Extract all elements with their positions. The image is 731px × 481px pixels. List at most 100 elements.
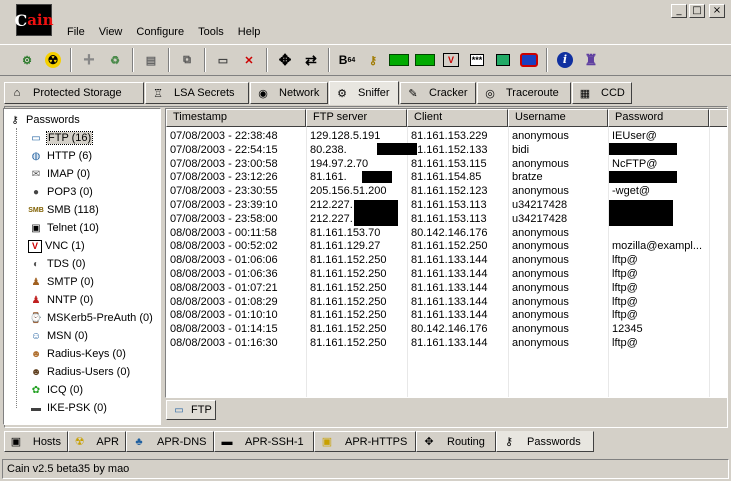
tab-protected-storage[interactable]: ⌂ Protected Storage (4, 82, 144, 104)
tab-cracker[interactable]: ✎ Cracker (400, 82, 476, 104)
tree-item-imap[interactable]: ✉ IMAP (0) (28, 166, 90, 182)
tab-routing[interactable]: ✥ Routing (416, 431, 496, 452)
table-cell-ftp-server: 194.97.2.70 (310, 157, 369, 170)
tab-hosts[interactable]: ▣ Hosts (4, 431, 68, 452)
table-row[interactable]: 08/08/2003 - 01:16:30 81.161.152.250 81.16… (166, 336, 709, 350)
ftp-passwords-table: Timestamp FTP server Client Username Pas… (165, 108, 728, 398)
table-cell-password: NcFTP@ (612, 157, 658, 170)
table-header: Timestamp FTP server Client Username Pas… (166, 109, 727, 127)
menu-file[interactable]: File (60, 24, 92, 42)
tab-network[interactable]: ◉ Network (250, 82, 328, 104)
table-cell-username: bratze (512, 171, 543, 184)
cisco-icon[interactable]: ⧉ (176, 49, 198, 71)
tree-item-radius-keys[interactable]: ☻ Radius-Keys (0) (28, 346, 126, 362)
cross-icon[interactable]: ✕ (238, 49, 260, 71)
msn-icon: ☺ (30, 330, 42, 342)
ike-psk-icon: ▬ (31, 402, 41, 414)
column-password[interactable]: Password (608, 109, 709, 127)
tree-item-smtp[interactable]: ♟ SMTP (0) (28, 274, 94, 290)
start-apr-icon[interactable]: ☢ (42, 49, 64, 71)
meter-icon[interactable] (388, 49, 410, 71)
table-cell-timestamp: 07/08/2003 - 23:12:26 (170, 171, 278, 184)
table-cell-username: u34217428 (512, 198, 568, 211)
decode-icon[interactable]: ▤ (140, 49, 162, 71)
tab-ccd[interactable]: ▦ CCD (572, 82, 632, 104)
table-row[interactable]: 08/08/2003 - 01:10:10 81.161.152.250 81.16… (166, 308, 709, 322)
table-row[interactable]: 08/08/2003 - 01:08:29 81.161.152.250 81.16… (166, 295, 709, 309)
table-cell-client: 80.142.146.176 (411, 226, 488, 239)
table-cell-password: IEUser@ (612, 130, 657, 142)
tab-apr-dns[interactable]: ♣ APR-DNS (126, 431, 214, 452)
subtab-ftp[interactable]: ▭ FTP (166, 400, 216, 420)
tree-item-ike-psk[interactable]: ▬ IKE-PSK (0) (28, 400, 107, 416)
tab-apr-https[interactable]: ▣ APR-HTTPS (314, 431, 416, 452)
tab-passwords[interactable]: ⚷ Passwords (496, 431, 594, 452)
table-row[interactable]: 08/08/2003 - 00:52:02 81.161.129.27 81.161… (166, 239, 709, 253)
tool-icon[interactable]: ♜ (580, 49, 602, 71)
column-username[interactable]: Username (508, 109, 608, 127)
tree-item-pop3[interactable]: ● POP3 (0) (28, 184, 93, 200)
column-timestamp[interactable]: Timestamp (166, 109, 306, 127)
minimize-button[interactable]: _ (671, 4, 687, 18)
tree-item-radius-users[interactable]: ☻ Radius-Users (0) (28, 364, 130, 380)
tab-apr[interactable]: ☢ APR (68, 431, 126, 452)
close-button[interactable]: × (709, 4, 725, 18)
tree-item-vnc[interactable]: V VNC (1) (28, 238, 85, 254)
tab-traceroute[interactable]: ◎ Traceroute (477, 82, 571, 104)
apr-icon: ☢ (74, 436, 85, 448)
calculator-icon[interactable] (492, 49, 514, 71)
swap-icon[interactable]: ⇄ (300, 49, 322, 71)
menu-view[interactable]: View (92, 24, 130, 42)
network-tab-icon: ◉ (258, 87, 268, 100)
move-icon[interactable]: ✥ (274, 49, 296, 71)
table-row[interactable]: 08/08/2003 - 01:14:15 81.161.152.250 80.14… (166, 322, 709, 336)
key-icon[interactable]: ⚷ (362, 49, 384, 71)
menu-configure[interactable]: Configure (129, 24, 191, 42)
column-client[interactable]: Client (407, 109, 508, 127)
table-cell-client: 81.161.133.144 (411, 309, 488, 322)
start-sniffer-icon[interactable]: ⚙ (16, 49, 38, 71)
toolbar: ⚙ ☢ + ♻ ▤ ⧉ ▭ ✕ ✥ ⇄ B 64 ⚷ V *** i ♜ (0, 44, 731, 76)
maximize-button[interactable]: □ (689, 4, 705, 18)
tree-item-msn[interactable]: ☺ MSN (0) (28, 328, 88, 344)
tab-lsa-secrets[interactable]: ♖ LSA Secrets (145, 82, 249, 104)
bottom-tabs: ▣ Hosts ☢ APR ♣ APR-DNS ▬ APR-SSH-1 ▣ APR-HTT… (4, 431, 594, 453)
table-row[interactable]: 08/08/2003 - 01:06:36 81.161.152.250 81.16… (166, 267, 709, 281)
tree-item-nntp[interactable]: ♟ NNTP (0) (28, 292, 94, 308)
tab-apr-ssh1[interactable]: ▬ APR-SSH-1 (214, 431, 314, 452)
base64-icon[interactable]: B 64 (336, 49, 358, 71)
tree-root-passwords[interactable]: ⚷ Passwords (7, 112, 79, 128)
tree-item-telnet[interactable]: ▣ Telnet (10) (28, 220, 99, 236)
table-cell-client: 81.161.153.229 (411, 130, 488, 142)
tree-item-http[interactable]: ◍ HTTP (6) (28, 148, 92, 164)
table-cell-timestamp: 08/08/2003 - 01:06:06 (170, 254, 278, 267)
remove-icon[interactable]: ♻ (104, 49, 126, 71)
table-cell-client: 81.161.154.85 (411, 171, 482, 184)
menu-tools[interactable]: Tools (191, 24, 231, 42)
tree-item-mskerb5[interactable]: ⌚ MSKerb5-PreAuth (0) (28, 310, 153, 326)
title-bar: Cain _ □ × (0, 0, 731, 36)
redaction-box (609, 200, 673, 226)
imap-icon: ✉ (31, 168, 41, 180)
rdp-icon[interactable] (518, 49, 540, 71)
meter2-icon[interactable] (414, 49, 436, 71)
table-row[interactable]: 07/08/2003 - 23:00:58 194.97.2.70 81.161.1… (166, 157, 709, 171)
table-cell-password: lftp@ (612, 267, 638, 280)
password-dots-icon[interactable]: *** (466, 49, 488, 71)
tree-item-icq[interactable]: ✿ ICQ (0) (28, 382, 83, 398)
tree-item-smb[interactable]: SMB SMB (118) (28, 202, 99, 218)
table-row[interactable]: 08/08/2003 - 01:06:06 81.161.152.250 81.16… (166, 253, 709, 267)
tree-item-tds[interactable]: ◐ TDS (0) (28, 256, 86, 272)
info-icon[interactable]: i (554, 49, 576, 71)
vnc-icon[interactable]: V (440, 49, 462, 71)
column-ftp-server[interactable]: FTP server (306, 109, 407, 127)
table-row[interactable]: 07/08/2003 - 22:38:48 129.128.5.191 81.161… (166, 129, 709, 143)
network-icon[interactable]: ▭ (212, 49, 234, 71)
menu-help[interactable]: Help (231, 24, 268, 42)
tab-sniffer[interactable]: ⚙ Sniffer (329, 81, 399, 105)
table-row[interactable]: 07/08/2003 - 23:30:55 205.156.51.200 81.16… (166, 184, 709, 198)
table-row[interactable]: 08/08/2003 - 01:07:21 81.161.152.250 81.16… (166, 281, 709, 295)
tree-item-ftp[interactable]: ▭ FTP (16) (28, 130, 94, 146)
add-to-list-icon[interactable]: + (78, 49, 100, 71)
table-row[interactable]: 08/08/2003 - 00:11:58 81.161.153.70 80.142… (166, 226, 709, 240)
